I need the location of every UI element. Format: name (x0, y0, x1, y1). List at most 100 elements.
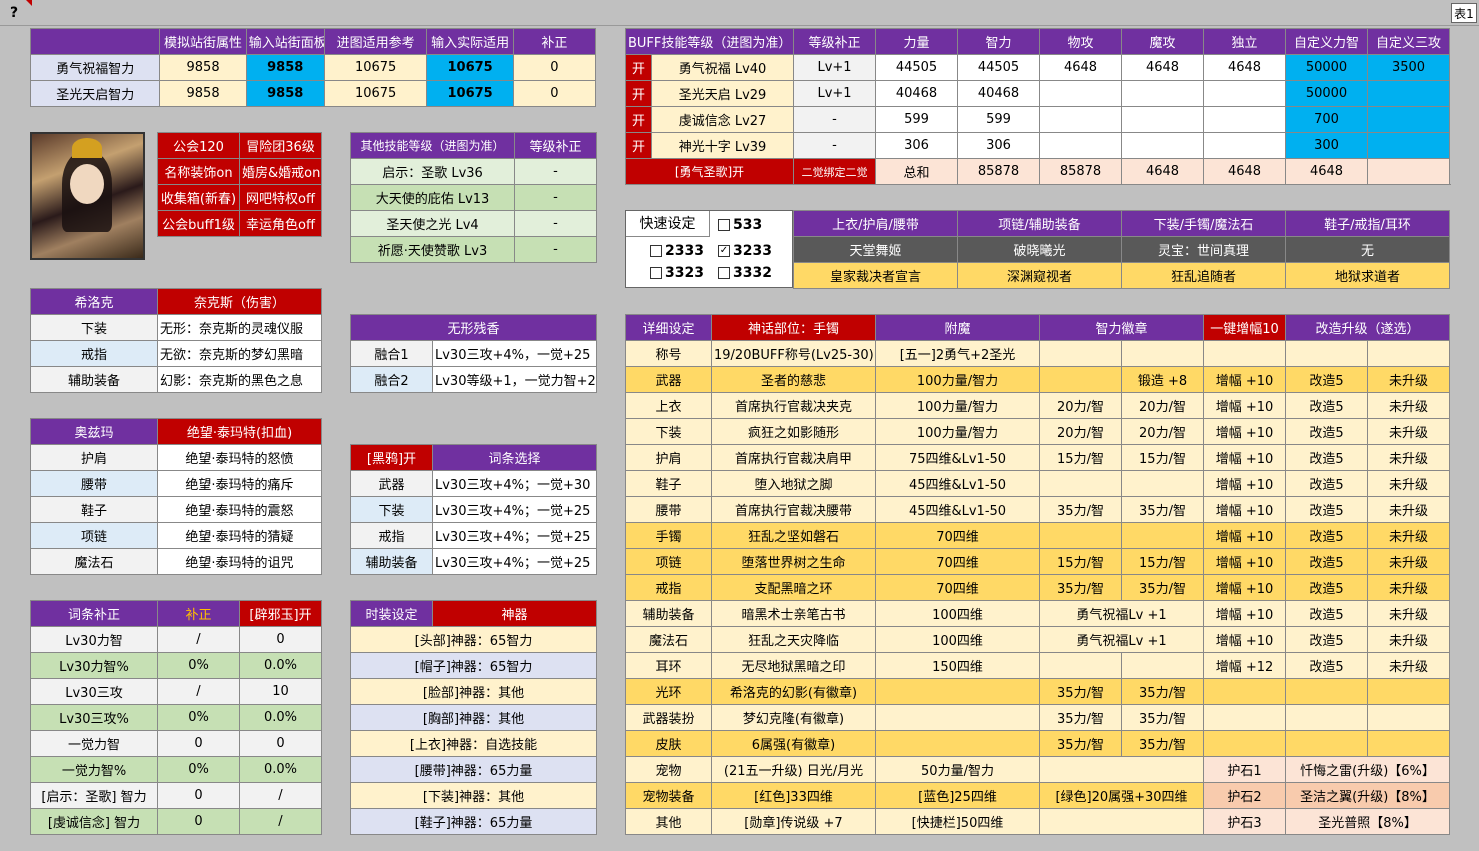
amplify-select[interactable]: 增幅 +10 (1203, 418, 1287, 445)
item-select[interactable]: 无形：奈克斯的灵魂仪服 (157, 314, 322, 341)
tag-toggle[interactable]: 网吧特权off (239, 184, 322, 211)
header-cell[interactable]: 神话部位：手镯 (711, 314, 876, 341)
upgrade-select[interactable]: 未升级 (1367, 574, 1451, 601)
item-select[interactable]: 狂乱之天灾降临 (711, 626, 876, 653)
set-select[interactable]: 地狱求道者 (1285, 262, 1450, 289)
input-actual-cell[interactable]: 10675 (426, 54, 514, 81)
level-correction[interactable]: - (514, 184, 597, 211)
emblem-b[interactable]: 20力/智 (1120, 392, 1205, 419)
upgrade-select[interactable] (1367, 730, 1451, 757)
enchant-select[interactable]: 70四维 (875, 574, 1040, 601)
header-cell[interactable]: [黑鸦]开 (350, 444, 433, 471)
enchant-select[interactable]: 45四维&Lv1-50 (875, 496, 1040, 523)
upgrade-select[interactable]: 未升级 (1367, 600, 1451, 627)
emblem-b[interactable]: 15力/智 (1120, 548, 1205, 575)
emblem-b[interactable]: 20力/智 (1120, 418, 1205, 445)
correction-value[interactable]: / (157, 626, 240, 653)
upgrade-select[interactable] (1367, 678, 1451, 705)
emblem-b[interactable]: 35力/智 (1120, 678, 1205, 705)
item-select[interactable]: 疯狂之如影随形 (711, 418, 876, 445)
quick-option[interactable]: 3323 (650, 265, 704, 281)
jade-value[interactable]: 0 (239, 730, 322, 757)
reform-select[interactable]: 改造5 (1285, 444, 1369, 471)
emblem-a[interactable]: 35力/智 (1039, 574, 1122, 601)
avatar-select[interactable]: [帽子]神器：65智力 (350, 652, 597, 679)
correction-value[interactable]: 0 (157, 730, 240, 757)
upgrade-select[interactable]: 未升级 (1367, 626, 1451, 653)
item-select[interactable]: [红色]33四维 (711, 782, 876, 809)
sheet-tab[interactable]: 表1 (1451, 3, 1477, 23)
enchant-select[interactable]: 100力量/智力 (875, 392, 1040, 419)
upgrade-select[interactable]: 未升级 (1367, 652, 1451, 679)
reform-select[interactable]: 改造5 (1285, 548, 1369, 575)
level-correction[interactable]: - (793, 106, 877, 133)
reform-select[interactable] (1285, 704, 1369, 731)
quick-option[interactable]: ✓ 3233 (718, 243, 772, 259)
item-select[interactable]: 梦幻克隆(有徽章) (711, 704, 876, 731)
checkbox-icon[interactable] (718, 219, 730, 231)
amplify-select[interactable]: 增幅 +10 (1203, 392, 1287, 419)
reform-select[interactable]: 改造5 (1285, 470, 1369, 497)
reform-select[interactable] (1285, 730, 1369, 757)
reform-select[interactable] (1285, 340, 1369, 367)
avatar-select[interactable]: [下装]神器：其他 (350, 782, 597, 809)
reform-select[interactable]: 改造5 (1285, 392, 1369, 419)
set-select[interactable]: 天堂舞姬 (793, 236, 958, 263)
item-select[interactable]: 绝望·泰玛特的猜疑 (157, 522, 322, 549)
emblem-b[interactable]: 35力/智 (1120, 574, 1205, 601)
reform-select[interactable]: 改造5 (1285, 626, 1369, 653)
upgrade-select[interactable]: 未升级 (1367, 548, 1451, 575)
reform-select[interactable]: 改造5 (1285, 600, 1369, 627)
amplify-select[interactable]: 增幅 +10 (1203, 496, 1287, 523)
upgrade-select[interactable] (1367, 704, 1451, 731)
checkbox-icon[interactable] (650, 245, 662, 257)
emblem-a[interactable] (1039, 522, 1122, 549)
talisman-select[interactable]: 忏悔之雷(升级)【6%】 (1285, 756, 1451, 783)
awakening-toggle[interactable]: [勇气圣歌]开 (624, 158, 795, 185)
item-select[interactable]: (21五一升级) 日光/月光 (711, 756, 876, 783)
emblem-b[interactable] (1120, 652, 1205, 679)
enchant-select[interactable] (875, 730, 1040, 757)
enchant-select[interactable]: 150四维 (875, 652, 1040, 679)
item-select[interactable]: 堕落世界树之生命 (711, 548, 876, 575)
enchant-select[interactable]: 100四维 (875, 600, 1040, 627)
amplify-select[interactable] (1203, 704, 1287, 731)
jade-value[interactable]: 10 (239, 678, 322, 705)
emblem-b[interactable] (1120, 522, 1205, 549)
reform-select[interactable]: 改造5 (1285, 522, 1369, 549)
item-select[interactable]: 无欲：奈克斯的梦幻黑暗 (157, 340, 322, 367)
item-select[interactable]: 狂乱之坚如磐石 (711, 522, 876, 549)
item-select[interactable]: 绝望·泰玛特的震怒 (157, 496, 322, 523)
affix-select[interactable]: Lv30三攻+4%；一觉+30 (432, 470, 597, 497)
amplify-select[interactable]: 增幅 +10 (1203, 366, 1287, 393)
amplify-select[interactable]: 增幅 +10 (1203, 444, 1287, 471)
reform-select[interactable]: 改造5 (1285, 496, 1369, 523)
emblem-select[interactable] (1038, 808, 1205, 835)
emblem-select[interactable]: 勇气祝福Lv +1 (1038, 600, 1205, 627)
avatar-select[interactable]: [胸部]神器：其他 (350, 704, 597, 731)
enchant-select[interactable]: 50力量/智力 (875, 756, 1040, 783)
custom-atk-input[interactable] (1367, 80, 1451, 107)
custom-atk-input[interactable] (1367, 132, 1451, 159)
jade-value[interactable]: 0.0% (239, 756, 322, 783)
tag-toggle[interactable]: 冒险团36级 (239, 132, 322, 159)
item-select[interactable]: 无尽地狱黑暗之印 (711, 652, 876, 679)
amplify-select[interactable]: 增幅 +10 (1203, 600, 1287, 627)
set-select[interactable]: 深渊窥视者 (957, 262, 1122, 289)
custom-stat-input[interactable]: 50000 (1285, 54, 1369, 81)
correction-value[interactable]: 0% (157, 704, 240, 731)
set-select[interactable]: 无 (1285, 236, 1450, 263)
amplify-select[interactable]: 增幅 +10 (1203, 626, 1287, 653)
correction-value[interactable]: 0% (157, 652, 240, 679)
custom-atk-input[interactable]: 3500 (1367, 54, 1451, 81)
set-select[interactable]: 破晓曦光 (957, 236, 1122, 263)
amplify-select[interactable]: 增幅 +12 (1203, 652, 1287, 679)
enchant-select[interactable]: 100力量/智力 (875, 418, 1040, 445)
enchant-select[interactable]: [快捷栏]50四维 (875, 808, 1040, 835)
upgrade-select[interactable]: 未升级 (1367, 496, 1451, 523)
enchant-select[interactable]: 70四维 (875, 522, 1040, 549)
item-select[interactable]: 首席执行官裁决腰带 (711, 496, 876, 523)
amplify-select[interactable] (1203, 730, 1287, 757)
set-select[interactable]: 狂乱追随者 (1121, 262, 1286, 289)
emblem-select[interactable]: 勇气祝福Lv +1 (1038, 626, 1205, 653)
